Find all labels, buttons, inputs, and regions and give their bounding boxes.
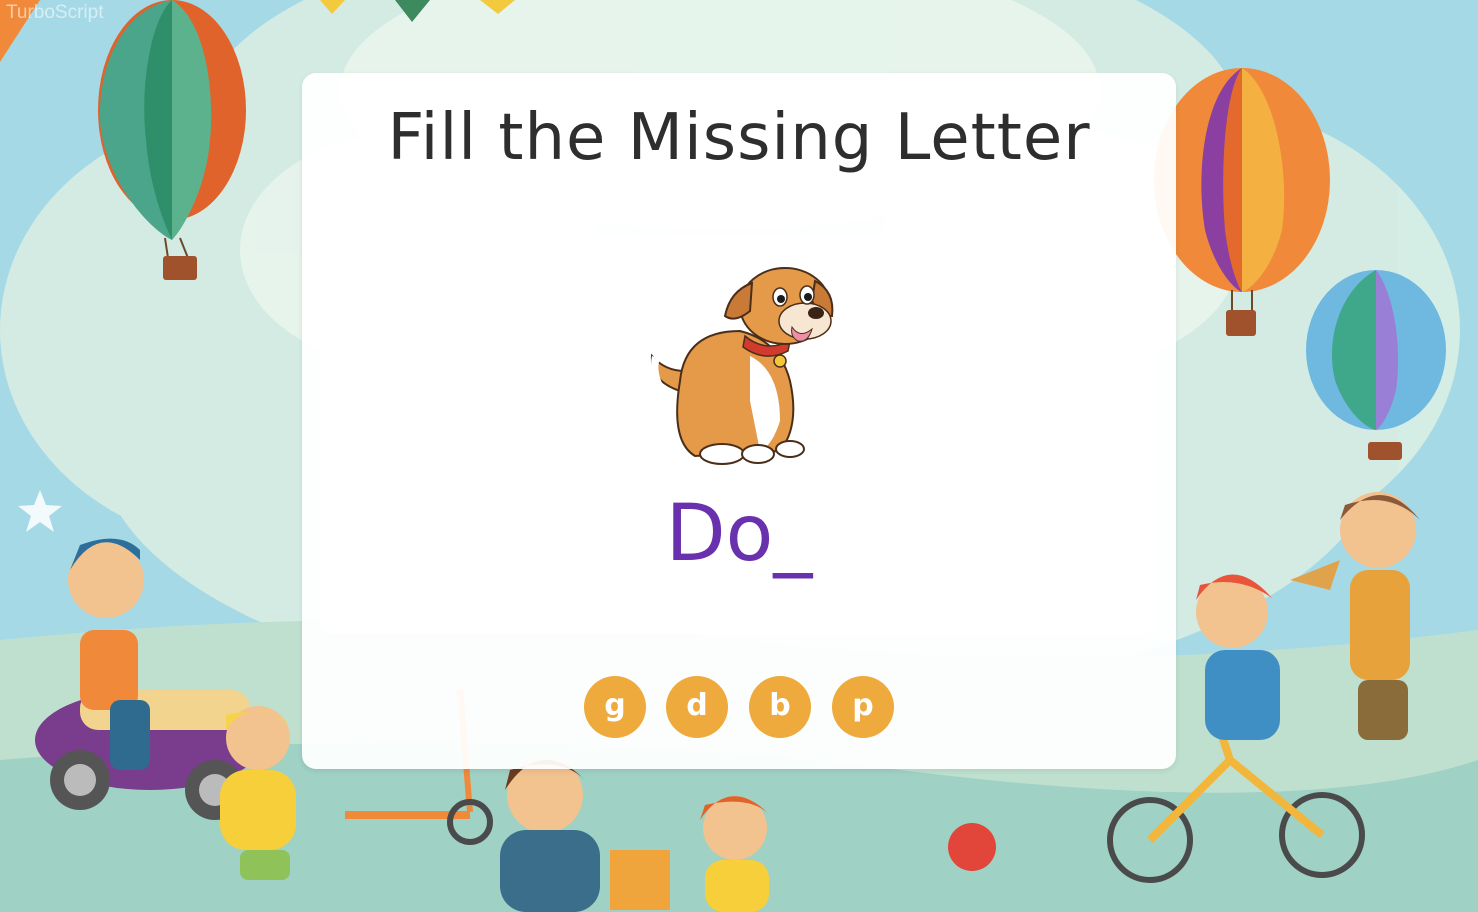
option-b-button[interactable]: b: [749, 676, 811, 738]
option-g-button[interactable]: g: [584, 676, 646, 738]
letter-options: g d b p: [584, 676, 894, 738]
puzzle-word: Do_: [665, 489, 813, 579]
red-ball: [948, 823, 996, 871]
option-d-button[interactable]: d: [666, 676, 728, 738]
dog-image: [650, 267, 834, 465]
watermark-text: TurboScript: [6, 2, 104, 23]
game-title: Fill the Missing Letter: [387, 101, 1091, 175]
game-card: Fill the Missing Letter Do_ g d b p: [302, 73, 1176, 769]
option-p-button[interactable]: p: [832, 676, 894, 738]
